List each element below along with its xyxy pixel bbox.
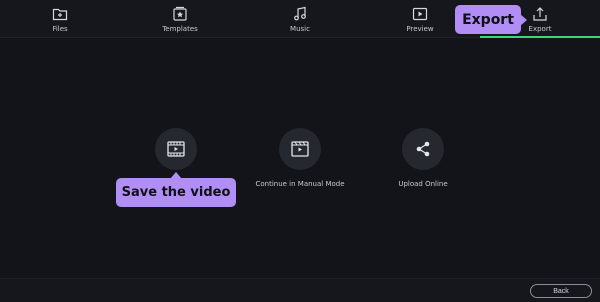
play-icon	[412, 7, 428, 20]
save-video-button[interactable]	[155, 128, 197, 170]
save-video-tooltip: Save the video	[116, 172, 236, 207]
export-tooltip: Export	[455, 5, 527, 34]
nav-export-label: Export	[528, 24, 552, 33]
nav-preview-label: Preview	[406, 24, 434, 33]
bottom-bar: Back	[0, 278, 600, 302]
nav-templates-label: Templates	[162, 24, 198, 33]
music-note-icon	[294, 6, 306, 20]
nav-music[interactable]: Music	[280, 0, 320, 38]
share-icon	[416, 141, 430, 157]
film-edit-icon	[291, 141, 309, 157]
nav-preview[interactable]: Preview	[400, 0, 440, 38]
folder-plus-icon	[52, 8, 68, 20]
nav-files-label: Files	[52, 24, 68, 33]
templates-icon	[173, 6, 187, 21]
upload-online-label: Upload Online	[398, 180, 448, 188]
nav-music-label: Music	[290, 24, 310, 33]
upload-online-button[interactable]	[402, 128, 444, 170]
nav-files[interactable]: Files	[40, 0, 80, 38]
film-play-icon	[167, 141, 185, 157]
active-tab-indicator	[480, 36, 600, 38]
manual-mode-label: Continue in Manual Mode	[255, 180, 345, 188]
export-icon	[533, 6, 547, 21]
export-screen: Files Templates Music Preview Export Exp…	[0, 0, 600, 302]
upload-online-option[interactable]: Upload Online	[343, 128, 503, 188]
manual-mode-button[interactable]	[279, 128, 321, 170]
nav-templates[interactable]: Templates	[155, 0, 205, 38]
back-button[interactable]: Back	[530, 284, 592, 298]
